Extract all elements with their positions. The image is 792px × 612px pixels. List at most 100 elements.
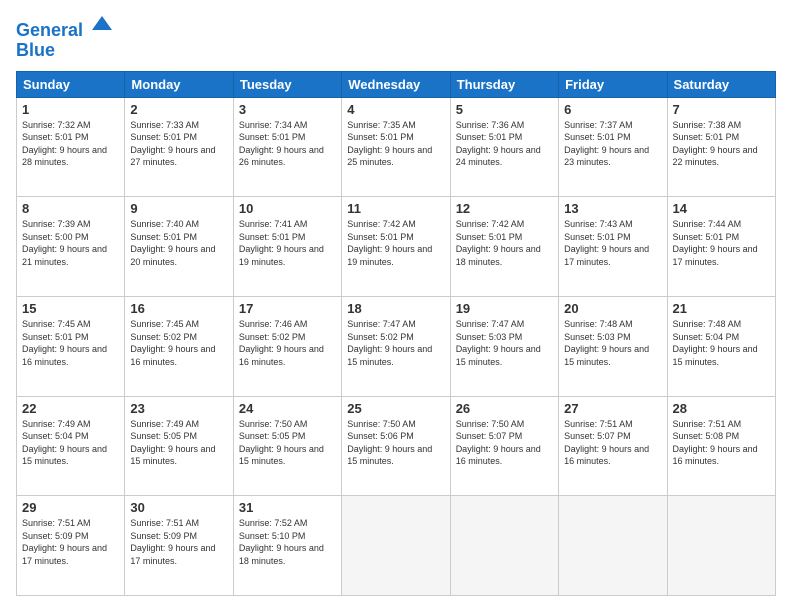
calendar-cell: 6 Sunrise: 7:37 AMSunset: 5:01 PMDaylight…: [559, 97, 667, 197]
day-info: Sunrise: 7:51 AMSunset: 5:09 PMDaylight:…: [22, 517, 119, 567]
day-number: 20: [564, 301, 661, 316]
calendar-cell: [342, 496, 450, 596]
calendar-cell: [450, 496, 558, 596]
calendar-cell: 30Sunrise: 7:51 AMSunset: 5:09 PMDayligh…: [125, 496, 233, 596]
calendar-cell: [559, 496, 667, 596]
col-header-friday: Friday: [559, 71, 667, 97]
day-info: Sunrise: 7:45 AMSunset: 5:02 PMDaylight:…: [130, 318, 227, 368]
page: General Blue SundayMondayTuesdayWednesda…: [0, 0, 792, 612]
calendar-cell: 3 Sunrise: 7:34 AMSunset: 5:01 PMDaylight…: [233, 97, 341, 197]
day-info: Sunrise: 7:51 AMSunset: 5:08 PMDaylight:…: [673, 418, 770, 468]
calendar-cell: 26Sunrise: 7:50 AMSunset: 5:07 PMDayligh…: [450, 396, 558, 496]
day-number: 6: [564, 102, 661, 117]
day-info: Sunrise: 7:46 AMSunset: 5:02 PMDaylight:…: [239, 318, 336, 368]
day-info: Sunrise: 7:32 AMSunset: 5:01 PMDaylight:…: [22, 119, 119, 169]
day-info: Sunrise: 7:35 AMSunset: 5:01 PMDaylight:…: [347, 119, 444, 169]
day-number: 25: [347, 401, 444, 416]
day-number: 17: [239, 301, 336, 316]
day-number: 11: [347, 201, 444, 216]
calendar-cell: 7Sunrise: 7:38 AMSunset: 5:01 PMDaylight…: [667, 97, 775, 197]
day-info: Sunrise: 7:51 AMSunset: 5:07 PMDaylight:…: [564, 418, 661, 468]
day-info: Sunrise: 7:33 AMSunset: 5:01 PMDaylight:…: [130, 119, 227, 169]
calendar-cell: [667, 496, 775, 596]
calendar-cell: 19 Sunrise: 7:47 AMSunset: 5:03 PMDayligh…: [450, 296, 558, 396]
day-info: Sunrise: 7:48 AMSunset: 5:04 PMDaylight:…: [673, 318, 770, 368]
day-number: 4: [347, 102, 444, 117]
day-info: Sunrise: 7:51 AMSunset: 5:09 PMDaylight:…: [130, 517, 227, 567]
day-info: Sunrise: 7:49 AMSunset: 5:04 PMDaylight:…: [22, 418, 119, 468]
calendar-cell: 8 Sunrise: 7:39 AMSunset: 5:00 PMDaylight…: [17, 197, 125, 297]
day-info: Sunrise: 7:48 AMSunset: 5:03 PMDaylight:…: [564, 318, 661, 368]
col-header-saturday: Saturday: [667, 71, 775, 97]
col-header-monday: Monday: [125, 71, 233, 97]
calendar-week-row: 15Sunrise: 7:45 AMSunset: 5:01 PMDayligh…: [17, 296, 776, 396]
calendar-week-row: 8 Sunrise: 7:39 AMSunset: 5:00 PMDaylight…: [17, 197, 776, 297]
calendar-cell: 4 Sunrise: 7:35 AMSunset: 5:01 PMDaylight…: [342, 97, 450, 197]
day-number: 8: [22, 201, 119, 216]
day-number: 24: [239, 401, 336, 416]
calendar-cell: 9 Sunrise: 7:40 AMSunset: 5:01 PMDaylight…: [125, 197, 233, 297]
calendar-table: SundayMondayTuesdayWednesdayThursdayFrid…: [16, 71, 776, 596]
day-info: Sunrise: 7:50 AMSunset: 5:06 PMDaylight:…: [347, 418, 444, 468]
day-number: 29: [22, 500, 119, 515]
calendar-header-row: SundayMondayTuesdayWednesdayThursdayFrid…: [17, 71, 776, 97]
calendar-cell: 5Sunrise: 7:36 AMSunset: 5:01 PMDaylight…: [450, 97, 558, 197]
logo-general: General: [16, 20, 83, 40]
day-info: Sunrise: 7:38 AMSunset: 5:01 PMDaylight:…: [673, 119, 770, 169]
day-number: 12: [456, 201, 553, 216]
calendar-cell: 10 Sunrise: 7:41 AMSunset: 5:01 PMDayligh…: [233, 197, 341, 297]
calendar-cell: 29 Sunrise: 7:51 AMSunset: 5:09 PMDayligh…: [17, 496, 125, 596]
day-number: 27: [564, 401, 661, 416]
calendar-cell: 17 Sunrise: 7:46 AMSunset: 5:02 PMDayligh…: [233, 296, 341, 396]
day-number: 31: [239, 500, 336, 515]
header: General Blue: [16, 16, 776, 61]
logo-blue: Blue: [16, 40, 55, 60]
day-number: 22: [22, 401, 119, 416]
col-header-sunday: Sunday: [17, 71, 125, 97]
day-number: 3: [239, 102, 336, 117]
day-number: 18: [347, 301, 444, 316]
day-info: Sunrise: 7:41 AMSunset: 5:01 PMDaylight:…: [239, 218, 336, 268]
day-number: 14: [673, 201, 770, 216]
day-number: 16: [130, 301, 227, 316]
day-info: Sunrise: 7:34 AMSunset: 5:01 PMDaylight:…: [239, 119, 336, 169]
day-number: 9: [130, 201, 227, 216]
calendar-cell: 31 Sunrise: 7:52 AMSunset: 5:10 PMDayligh…: [233, 496, 341, 596]
calendar-cell: 11Sunrise: 7:42 AMSunset: 5:01 PMDayligh…: [342, 197, 450, 297]
logo: General Blue: [16, 16, 114, 61]
calendar-cell: 27 Sunrise: 7:51 AMSunset: 5:07 PMDayligh…: [559, 396, 667, 496]
calendar-week-row: 1 Sunrise: 7:32 AMSunset: 5:01 PMDaylight…: [17, 97, 776, 197]
day-info: Sunrise: 7:43 AMSunset: 5:01 PMDaylight:…: [564, 218, 661, 268]
logo-text: General Blue: [16, 16, 114, 61]
calendar-cell: 21Sunrise: 7:48 AMSunset: 5:04 PMDayligh…: [667, 296, 775, 396]
day-info: Sunrise: 7:50 AMSunset: 5:05 PMDaylight:…: [239, 418, 336, 468]
calendar-cell: 20 Sunrise: 7:48 AMSunset: 5:03 PMDayligh…: [559, 296, 667, 396]
day-info: Sunrise: 7:47 AMSunset: 5:02 PMDaylight:…: [347, 318, 444, 368]
calendar-cell: 23Sunrise: 7:49 AMSunset: 5:05 PMDayligh…: [125, 396, 233, 496]
col-header-tuesday: Tuesday: [233, 71, 341, 97]
day-number: 5: [456, 102, 553, 117]
calendar-cell: 16 Sunrise: 7:45 AMSunset: 5:02 PMDayligh…: [125, 296, 233, 396]
logo-icon: [90, 12, 114, 36]
calendar-cell: 24 Sunrise: 7:50 AMSunset: 5:05 PMDayligh…: [233, 396, 341, 496]
calendar-cell: 22 Sunrise: 7:49 AMSunset: 5:04 PMDayligh…: [17, 396, 125, 496]
day-number: 13: [564, 201, 661, 216]
day-info: Sunrise: 7:42 AMSunset: 5:01 PMDaylight:…: [456, 218, 553, 268]
calendar-cell: 28Sunrise: 7:51 AMSunset: 5:08 PMDayligh…: [667, 396, 775, 496]
calendar-cell: 1 Sunrise: 7:32 AMSunset: 5:01 PMDaylight…: [17, 97, 125, 197]
day-info: Sunrise: 7:52 AMSunset: 5:10 PMDaylight:…: [239, 517, 336, 567]
day-number: 1: [22, 102, 119, 117]
day-number: 10: [239, 201, 336, 216]
day-info: Sunrise: 7:39 AMSunset: 5:00 PMDaylight:…: [22, 218, 119, 268]
day-info: Sunrise: 7:40 AMSunset: 5:01 PMDaylight:…: [130, 218, 227, 268]
calendar-cell: 13 Sunrise: 7:43 AMSunset: 5:01 PMDayligh…: [559, 197, 667, 297]
day-number: 19: [456, 301, 553, 316]
calendar-cell: 14 Sunrise: 7:44 AMSunset: 5:01 PMDayligh…: [667, 197, 775, 297]
day-info: Sunrise: 7:47 AMSunset: 5:03 PMDaylight:…: [456, 318, 553, 368]
day-number: 15: [22, 301, 119, 316]
calendar-cell: 18 Sunrise: 7:47 AMSunset: 5:02 PMDayligh…: [342, 296, 450, 396]
col-header-wednesday: Wednesday: [342, 71, 450, 97]
calendar-cell: 25 Sunrise: 7:50 AMSunset: 5:06 PMDayligh…: [342, 396, 450, 496]
day-info: Sunrise: 7:37 AMSunset: 5:01 PMDaylight:…: [564, 119, 661, 169]
day-info: Sunrise: 7:44 AMSunset: 5:01 PMDaylight:…: [673, 218, 770, 268]
